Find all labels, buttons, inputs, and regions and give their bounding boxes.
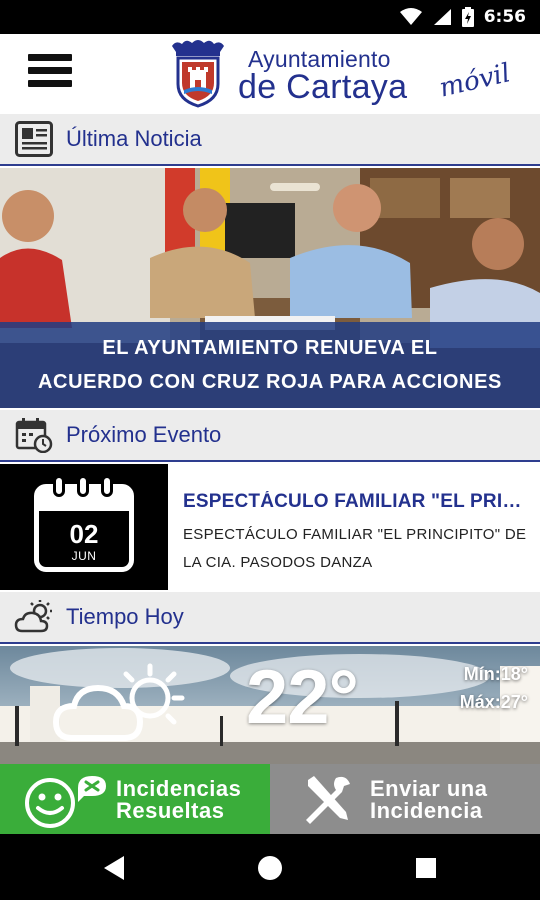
event-description: ESPECTÁCULO FAMILIAR "EL PRINCIPITO" DE …	[183, 526, 527, 571]
battery-charging-icon	[461, 7, 474, 27]
resolved-label-line2: Resueltas	[116, 798, 225, 823]
weather-section-header: Tiempo Hoy	[0, 592, 540, 644]
temperature-max: Máx:27°	[459, 692, 528, 712]
app-header: Ayuntamiento de Cartaya móvil	[0, 34, 540, 114]
cloud-sun-icon	[52, 663, 185, 741]
calendar-clock-icon	[14, 415, 54, 455]
resolved-incidents-button[interactable]: Incidencias Resueltas	[0, 764, 270, 834]
report-incident-button[interactable]: Enviar una Incidencia	[270, 764, 540, 834]
partly-cloudy-icon	[14, 597, 54, 637]
event-section-header: Próximo Evento	[0, 410, 540, 462]
smiley-check-icon	[25, 776, 106, 828]
hamburger-menu-icon[interactable]	[28, 54, 74, 94]
report-label-line1: Enviar una	[370, 776, 488, 801]
system-nav-bar	[0, 834, 540, 900]
signal-icon	[433, 9, 451, 25]
recents-icon[interactable]	[410, 852, 442, 884]
event-date-box: 02 JUN	[0, 464, 168, 590]
back-icon[interactable]	[100, 852, 132, 884]
event-title: ESPECTÁCULO FAMILIAR "EL PRINCIPITO"	[183, 491, 533, 512]
status-bar: 6:56	[0, 0, 540, 34]
news-caption-line2: ACUERDO CON CRUZ ROJA PARA ACCIONES	[38, 371, 502, 393]
report-label-line2: Incidencia	[370, 798, 483, 823]
temperature-min: Mín:18°	[463, 664, 528, 684]
status-icons: 6:56	[399, 0, 526, 34]
newspaper-icon	[14, 119, 54, 159]
temperature-range: Mín:18° Máx:27°	[460, 660, 528, 716]
event-card[interactable]: 02 JUN ESPECTÁCULO FAMILIAR "EL PRINCIPI…	[0, 464, 540, 590]
brand-tag: móvil	[436, 58, 514, 104]
event-month: JUN	[71, 549, 97, 563]
calendar-icon: 02 JUN	[34, 475, 134, 572]
status-time: 6:56	[483, 7, 526, 27]
city-crest-icon	[172, 40, 224, 108]
news-caption-line1: EL AYUNTAMIENTO RENUEVA EL	[102, 337, 438, 359]
event-section-title: Próximo Evento	[66, 422, 222, 447]
current-temperature: 22°	[246, 655, 359, 740]
news-section-title: Última Noticia	[66, 126, 202, 151]
wifi-icon	[399, 8, 422, 25]
brand-name-line2: de Cartaya	[238, 68, 408, 106]
weather-section-title: Tiempo Hoy	[66, 604, 184, 629]
tools-icon	[306, 776, 350, 824]
home-icon[interactable]	[254, 852, 286, 884]
resolved-label-line1: Incidencias	[116, 776, 242, 801]
news-caption[interactable]: EL AYUNTAMIENTO RENUEVA EL ACUERDO CON C…	[0, 322, 540, 408]
news-section-header: Última Noticia	[0, 114, 540, 166]
event-day: 02	[69, 519, 99, 549]
